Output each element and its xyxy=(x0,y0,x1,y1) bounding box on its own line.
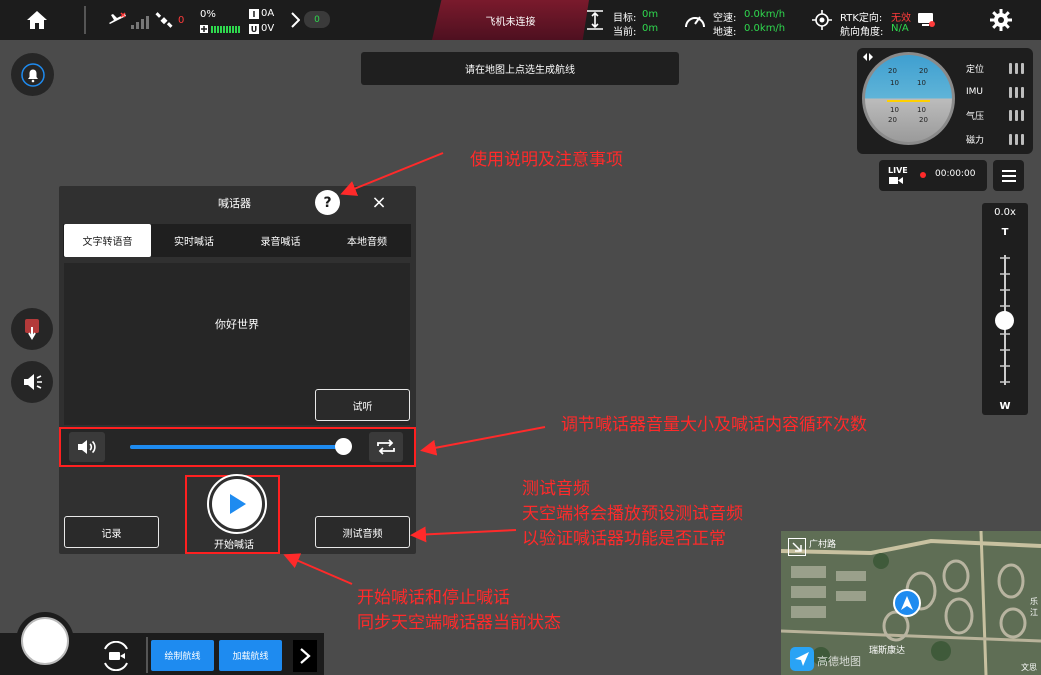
divider xyxy=(146,637,148,673)
live-stream-box[interactable]: LIVE 00:00:00 xyxy=(879,160,987,191)
pitch-scale-label: 20 xyxy=(888,67,897,75)
mini-map[interactable]: 广村路 瑞斯康达 乐江 文思 高德地图 xyxy=(781,531,1041,675)
draw-route-button[interactable]: 绘制航线 xyxy=(151,640,214,671)
pitch-scale-label: 10 xyxy=(917,79,926,87)
map-edge-label: 乐江 xyxy=(1030,597,1038,617)
live-time: 00:00:00 xyxy=(935,169,976,179)
zoom-wide-label[interactable]: W xyxy=(982,401,1028,412)
annotation-line: 测试音频 xyxy=(522,479,590,499)
test-audio-annotation: 测试音频 天空端将会播放预设测试音频 以验证喊话器功能是否正常 xyxy=(522,477,743,552)
map-logo-text: 高德地图 xyxy=(817,655,861,668)
annotation-line: 以验证喊话器功能是否正常 xyxy=(522,529,726,549)
menu-icon xyxy=(1001,169,1016,182)
shutter-button[interactable] xyxy=(16,612,74,670)
navigation-arrow-icon xyxy=(901,596,913,610)
menu-button[interactable] xyxy=(993,160,1024,191)
pitch-scale-label: 20 xyxy=(888,116,897,124)
sensor-status-item: 定位 xyxy=(966,57,1024,81)
sensor-status-item: IMU xyxy=(966,81,1024,105)
help-annotation-arrow xyxy=(340,152,444,196)
start-stop-annotation: 开始喊话和停止喊话 同步天空端喊话器当前状态 xyxy=(357,586,561,636)
volume-annotation-arrow xyxy=(420,426,546,456)
sensor-bars xyxy=(1009,86,1024,98)
sensor-status-item: 磁力 xyxy=(966,128,1024,152)
collapse-attitude-icon[interactable] xyxy=(862,52,874,62)
annotation-line: 开始喊话和停止喊话 xyxy=(357,588,510,608)
video-camera-icon xyxy=(889,177,903,184)
map-place-label: 瑞斯康达 xyxy=(869,646,906,656)
sensor-bars xyxy=(1009,63,1024,75)
map-expand-icon[interactable] xyxy=(788,538,806,556)
horizon-marker xyxy=(887,100,930,102)
map-road-label: 广村路 xyxy=(809,540,837,550)
sensor-status-item: 气压 xyxy=(966,104,1024,128)
chevron-right-icon xyxy=(300,648,311,664)
help-annotation: 使用说明及注意事项 xyxy=(470,150,623,170)
live-label: LIVE xyxy=(888,166,908,175)
pitch-scale-label: 10 xyxy=(890,106,899,114)
annotation-line: 同步天空端喊话器当前状态 xyxy=(357,613,561,633)
draw-route-label: 绘制航线 xyxy=(164,652,201,662)
sensor-label: IMU xyxy=(966,87,984,98)
expand-button[interactable] xyxy=(293,640,317,672)
start-annotation-arrow xyxy=(283,553,353,585)
sensor-bars xyxy=(1009,133,1024,145)
sensor-bars xyxy=(1009,110,1024,122)
pitch-scale-label: 20 xyxy=(919,116,928,124)
annotation-line: 天空端将会播放预设测试音频 xyxy=(522,504,743,524)
map-edge-label: 文思 xyxy=(1021,663,1037,672)
camera-rotate-icon xyxy=(104,641,128,671)
aircraft-location-marker xyxy=(893,589,921,617)
attitude-indicator: 20 20 10 10 10 10 20 20 xyxy=(862,52,955,145)
sensor-label: 磁力 xyxy=(966,135,985,146)
recording-dot xyxy=(920,172,926,178)
sensor-status-list: 定位 IMU 气压 磁力 xyxy=(966,57,1024,151)
sensor-label: 定位 xyxy=(966,65,985,76)
load-route-label: 加载航线 xyxy=(232,652,269,662)
camera-switch-button[interactable] xyxy=(98,640,134,672)
zoom-slider-knob[interactable] xyxy=(995,310,1014,330)
zoom-tele-label[interactable]: T xyxy=(982,227,1028,238)
pitch-scale-label: 10 xyxy=(890,79,899,87)
attitude-horizon xyxy=(865,55,952,142)
pitch-scale-label: 20 xyxy=(919,67,928,75)
volume-annotation: 调节喊话器音量大小及喊话内容循环次数 xyxy=(561,415,867,435)
amap-logo xyxy=(790,647,814,671)
zoom-level: 0.0x xyxy=(994,207,1016,218)
load-route-button[interactable]: 加载航线 xyxy=(219,640,282,671)
sensor-label: 气压 xyxy=(966,112,985,123)
shutter-icon xyxy=(21,617,69,665)
pitch-scale-label: 10 xyxy=(917,106,926,114)
test-audio-annotation-arrow xyxy=(410,526,517,543)
